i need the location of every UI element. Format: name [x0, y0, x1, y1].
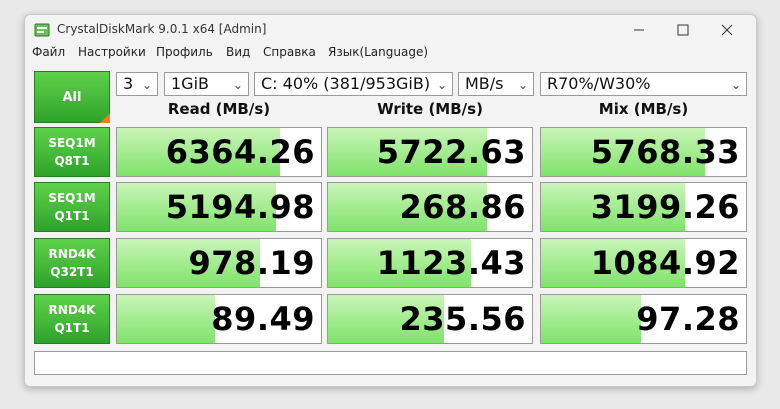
- column-read: Read (MB/s): [167, 100, 271, 118]
- minimize-icon: [634, 29, 644, 31]
- menu-help[interactable]: Справка: [263, 45, 316, 59]
- comment-field[interactable]: [34, 351, 747, 375]
- unit-value: MB/s: [465, 74, 504, 93]
- result-value: 6364.26: [165, 133, 315, 171]
- test-button-rnd4k-q32t1[interactable]: RND4K Q32T1: [34, 238, 110, 288]
- test-button-seq1m-q8t1[interactable]: SEQ1M Q8T1: [34, 127, 110, 177]
- result-value: 97.28: [636, 300, 740, 338]
- test-label-line2: Q32T1: [50, 265, 94, 279]
- maximize-button[interactable]: [661, 19, 705, 41]
- count-select[interactable]: 3 ⌄: [116, 72, 158, 96]
- result-bar: [117, 295, 215, 343]
- result-mix: 5768.33: [540, 127, 747, 177]
- result-value: 1123.43: [376, 244, 526, 282]
- size-value: 1GiB: [171, 74, 209, 93]
- chevron-down-icon: ⌄: [141, 78, 152, 92]
- test-label-line2: Q1T1: [54, 209, 90, 223]
- chevron-down-icon: ⌄: [232, 78, 243, 92]
- title-bar: CrystalDiskMark 9.0.1 x64 [Admin]: [25, 15, 756, 45]
- result-read: 6364.26: [116, 127, 322, 177]
- result-value: 978.19: [188, 244, 315, 282]
- chevron-down-icon: ⌄: [436, 78, 447, 92]
- result-write: 268.86: [327, 182, 533, 232]
- menu-profile[interactable]: Профиль: [156, 45, 213, 59]
- result-value: 89.49: [211, 300, 315, 338]
- column-mix: Mix (MB/s): [598, 100, 689, 118]
- test-label-line2: Q8T1: [54, 154, 90, 168]
- result-write: 5722.63: [327, 127, 533, 177]
- all-button[interactable]: All: [34, 71, 110, 123]
- result-value: 5722.63: [376, 133, 526, 171]
- drive-value: C: 40% (381/953GiB): [261, 74, 431, 93]
- column-write: Write (MB/s): [377, 100, 483, 118]
- result-value: 5768.33: [590, 133, 740, 171]
- result-mix: 97.28: [540, 294, 747, 344]
- drive-select[interactable]: C: 40% (381/953GiB) ⌄: [254, 72, 453, 96]
- size-select[interactable]: 1GiB ⌄: [164, 72, 249, 96]
- test-label-line1: SEQ1M: [48, 136, 96, 150]
- result-write: 235.56: [327, 294, 533, 344]
- chevron-down-icon: ⌄: [730, 78, 741, 92]
- menu-file[interactable]: Файл: [32, 45, 65, 59]
- all-button-label: All: [62, 89, 82, 105]
- result-mix: 1084.92: [540, 238, 747, 288]
- result-value: 3199.26: [590, 188, 740, 226]
- test-label-line2: Q1T1: [54, 321, 90, 335]
- result-read: 89.49: [116, 294, 322, 344]
- close-button[interactable]: [705, 19, 749, 41]
- result-bar: [541, 295, 642, 343]
- result-read: 978.19: [116, 238, 322, 288]
- result-value: 5194.98: [165, 188, 315, 226]
- menu-language[interactable]: Язык(Language): [328, 45, 428, 59]
- test-button-rnd4k-q1t1[interactable]: RND4K Q1T1: [34, 294, 110, 344]
- mix-value: R70%/W30%: [547, 74, 651, 93]
- result-mix: 3199.26: [540, 182, 747, 232]
- minimize-button[interactable]: [617, 19, 661, 41]
- test-label-line1: SEQ1M: [48, 191, 96, 205]
- maximize-icon: [677, 24, 689, 36]
- menu-settings[interactable]: Настройки: [78, 45, 146, 59]
- count-value: 3: [123, 74, 134, 93]
- test-button-seq1m-q1t1[interactable]: SEQ1M Q1T1: [34, 182, 110, 232]
- crystaldiskmark-icon: [34, 23, 50, 37]
- all-button-corner: [100, 103, 110, 123]
- close-icon: [721, 24, 733, 36]
- test-label-line1: RND4K: [48, 247, 96, 261]
- menu-view[interactable]: Вид: [226, 45, 250, 59]
- result-value: 235.56: [399, 300, 526, 338]
- unit-select[interactable]: MB/s ⌄: [458, 72, 534, 96]
- result-read: 5194.98: [116, 182, 322, 232]
- result-value: 268.86: [399, 188, 526, 226]
- test-label-line1: RND4K: [48, 303, 96, 317]
- mix-select[interactable]: R70%/W30% ⌄: [540, 72, 747, 96]
- chevron-down-icon: ⌄: [517, 78, 528, 92]
- result-value: 1084.92: [590, 244, 740, 282]
- window-title: CrystalDiskMark 9.0.1 x64 [Admin]: [57, 22, 267, 36]
- menu-bar: Файл Настройки Профиль Вид Справка Язык(…: [25, 45, 756, 65]
- app-window: CrystalDiskMark 9.0.1 x64 [Admin] Файл Н…: [24, 14, 757, 387]
- result-write: 1123.43: [327, 238, 533, 288]
